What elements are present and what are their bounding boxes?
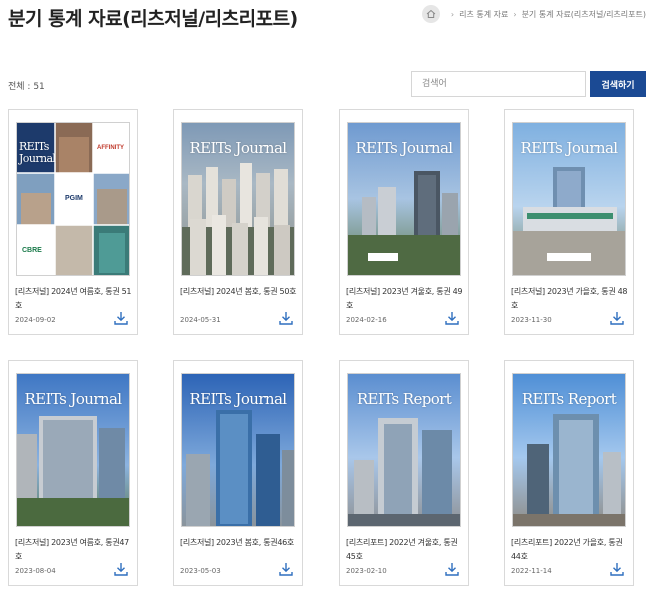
page-title: 분기 통계 자료(리츠저널/리츠리포트) — [8, 8, 298, 30]
cover-image[interactable]: REITs Journal — [347, 122, 461, 276]
download-icon[interactable] — [609, 561, 625, 577]
search-button[interactable]: 검색하기 — [590, 71, 646, 97]
card-date: 2023-11-30 — [511, 316, 552, 324]
download-icon[interactable] — [444, 561, 460, 577]
card-date: 2024-02-16 — [346, 316, 387, 324]
download-icon[interactable] — [278, 310, 294, 326]
breadcrumb-item[interactable]: 리츠 통계 자료 — [459, 9, 508, 20]
search-input[interactable] — [411, 71, 586, 97]
publication-card[interactable]: REITs Journal [리츠저널] 2023년 여름호, 통권47호 20… — [8, 360, 138, 586]
publication-card[interactable]: REITs Report [리츠리포트] 2022년 가을호, 통권44호 20… — [504, 360, 634, 586]
breadcrumb-separator-icon: › — [513, 9, 517, 19]
cover-image[interactable]: REITs Journal — [181, 373, 295, 527]
download-icon[interactable] — [609, 310, 625, 326]
card-date: 2022-11-14 — [511, 567, 552, 575]
download-icon[interactable] — [444, 310, 460, 326]
cover-title: REITs Journal — [19, 140, 56, 165]
download-icon[interactable] — [113, 561, 129, 577]
card-date: 2023-08-04 — [15, 567, 56, 575]
card-title[interactable]: [리츠리포트] 2022년 겨울호, 통권45호 — [346, 536, 466, 564]
home-icon[interactable] — [421, 5, 440, 23]
card-date: 2023-02-10 — [346, 567, 387, 575]
card-title[interactable]: [리츠저널] 2024년 여름호, 통권 51호 — [15, 285, 135, 313]
publication-card[interactable]: REITs Journal [리츠저널] 2023년 가을호, 통권 48호 2… — [504, 109, 634, 335]
cbre-logo: CBRE — [22, 247, 42, 254]
card-title[interactable]: [리츠저널] 2023년 겨울호, 통권 49호 — [346, 285, 466, 313]
download-icon[interactable] — [278, 561, 294, 577]
card-title[interactable]: [리츠저널] 2023년 가을호, 통권 48호 — [511, 285, 631, 313]
cover-image[interactable]: REITs Report — [512, 373, 626, 527]
card-date: 2024-05-31 — [180, 316, 221, 324]
publication-card[interactable]: REITs Journal AFFINITY PGIM CBRE [리츠저널] … — [8, 109, 138, 335]
card-date: 2024-09-02 — [15, 316, 56, 324]
cover-title: REITs Journal — [189, 139, 287, 157]
affinity-logo: AFFINITY — [97, 145, 124, 151]
cover-image[interactable]: REITs Journal AFFINITY PGIM CBRE — [16, 122, 130, 276]
total-count: 전체 : 51 — [8, 82, 45, 92]
card-title[interactable]: [리츠저널] 2023년 여름호, 통권47호 — [15, 536, 135, 564]
cover-image[interactable]: REITs Journal — [512, 122, 626, 276]
cover-title: REITs Journal — [189, 390, 287, 408]
cover-image[interactable]: REITs Journal — [181, 122, 295, 276]
publication-card[interactable]: REITs Journal [리츠저널] 2023년 봄호, 통권46호 202… — [173, 360, 303, 586]
cover-title: REITs Journal — [24, 390, 122, 408]
card-title[interactable]: [리츠리포트] 2022년 가을호, 통권44호 — [511, 536, 631, 564]
card-title[interactable]: [리츠저널] 2023년 봄호, 통권46호 — [180, 536, 300, 550]
cover-title: REITs Journal — [355, 139, 453, 157]
publication-card[interactable]: REITs Report [리츠리포트] 2022년 겨울호, 통권45호 20… — [339, 360, 469, 586]
cover-title: REITs Journal — [520, 139, 618, 157]
breadcrumb-item-current[interactable]: 분기 통계 자료(리츠저널/리츠리포트) — [522, 9, 646, 20]
pgim-logo: PGIM — [65, 195, 83, 202]
breadcrumb-separator-icon: › — [450, 9, 455, 19]
cover-image[interactable]: REITs Journal — [16, 373, 130, 527]
publication-card[interactable]: REITs Journal [리츠저널] 2023년 겨울호, 통권 49호 2… — [339, 109, 469, 335]
breadcrumb: › 리츠 통계 자료 › 분기 통계 자료(리츠저널/리츠리포트) — [421, 5, 646, 23]
cover-title: REITs Report — [356, 390, 452, 408]
publication-card[interactable]: REITs Journal [리츠저널] 2024년 봄호, 통권 50호 20… — [173, 109, 303, 335]
cover-image[interactable]: REITs Report — [347, 373, 461, 527]
card-date: 2023-05-03 — [180, 567, 221, 575]
cover-title: REITs Report — [521, 390, 617, 408]
card-title[interactable]: [리츠저널] 2024년 봄호, 통권 50호 — [180, 285, 300, 299]
download-icon[interactable] — [113, 310, 129, 326]
